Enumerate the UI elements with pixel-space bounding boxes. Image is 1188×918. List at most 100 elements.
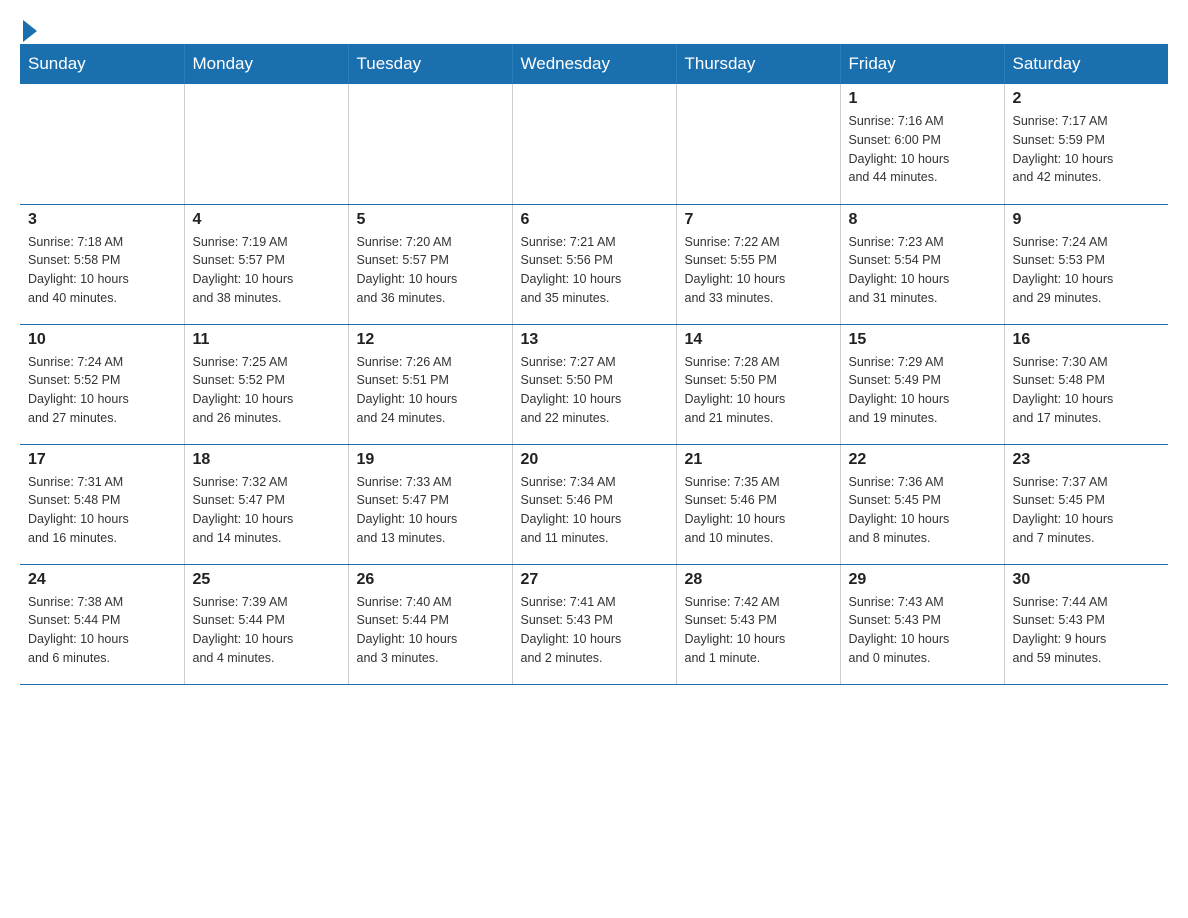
day-number: 17 [28, 451, 176, 469]
weekday-header-sunday: Sunday [20, 44, 184, 84]
weekday-header-tuesday: Tuesday [348, 44, 512, 84]
day-number: 14 [685, 331, 832, 349]
day-info: Sunrise: 7:44 AM Sunset: 5:43 PM Dayligh… [1013, 593, 1161, 668]
day-info: Sunrise: 7:31 AM Sunset: 5:48 PM Dayligh… [28, 473, 176, 548]
day-info: Sunrise: 7:34 AM Sunset: 5:46 PM Dayligh… [521, 473, 668, 548]
day-info: Sunrise: 7:25 AM Sunset: 5:52 PM Dayligh… [193, 353, 340, 428]
day-number: 2 [1013, 90, 1161, 108]
day-number: 11 [193, 331, 340, 349]
calendar-week-5: 24 Sunrise: 7:38 AM Sunset: 5:44 PM Dayli… [20, 564, 1168, 684]
calendar-table: SundayMondayTuesdayWednesdayThursdayFrid… [20, 44, 1168, 685]
day-info: Sunrise: 7:17 AM Sunset: 5:59 PM Dayligh… [1013, 112, 1161, 187]
day-number: 29 [849, 571, 996, 589]
day-number: 7 [685, 211, 832, 229]
calendar-cell: 9Sunrise: 7:24 AM Sunset: 5:53 PM Daylig… [1004, 204, 1168, 324]
calendar-week-2: 3 Sunrise: 7:18 AM Sunset: 5:58 PM Daylig… [20, 204, 1168, 324]
calendar-cell: 6 Sunrise: 7:21 AM Sunset: 5:56 PM Daylig… [512, 204, 676, 324]
day-number: 21 [685, 451, 832, 469]
day-number: 8 [849, 211, 996, 229]
calendar-cell: 29 Sunrise: 7:43 AM Sunset: 5:43 PM Dayli… [840, 564, 1004, 684]
day-number: 5 [357, 211, 504, 229]
logo [20, 20, 50, 34]
calendar-cell: 4 Sunrise: 7:19 AM Sunset: 5:57 PM Daylig… [184, 204, 348, 324]
day-number: 22 [849, 451, 996, 469]
calendar-cell [184, 84, 348, 204]
weekday-header-saturday: Saturday [1004, 44, 1168, 84]
day-number: 4 [193, 211, 340, 229]
day-info: Sunrise: 7:16 AM Sunset: 6:00 PM Dayligh… [849, 112, 996, 187]
calendar-cell: 22 Sunrise: 7:36 AM Sunset: 5:45 PM Dayli… [840, 444, 1004, 564]
weekday-header-friday: Friday [840, 44, 1004, 84]
day-number: 23 [1013, 451, 1161, 469]
calendar-cell: 14 Sunrise: 7:28 AM Sunset: 5:50 PM Dayli… [676, 324, 840, 444]
day-info: Sunrise: 7:22 AM Sunset: 5:55 PM Dayligh… [685, 233, 832, 308]
calendar-cell: 11 Sunrise: 7:25 AM Sunset: 5:52 PM Dayli… [184, 324, 348, 444]
day-number: 9 [1013, 211, 1161, 229]
weekday-header-monday: Monday [184, 44, 348, 84]
calendar-cell: 16 Sunrise: 7:30 AM Sunset: 5:48 PM Dayli… [1004, 324, 1168, 444]
day-info: Sunrise: 7:23 AM Sunset: 5:54 PM Dayligh… [849, 233, 996, 308]
day-number: 28 [685, 571, 832, 589]
day-info: Sunrise: 7:21 AM Sunset: 5:56 PM Dayligh… [521, 233, 668, 308]
day-info: Sunrise: 7:28 AM Sunset: 5:50 PM Dayligh… [685, 353, 832, 428]
day-number: 10 [28, 331, 176, 349]
day-number: 19 [357, 451, 504, 469]
day-number: 26 [357, 571, 504, 589]
day-info: Sunrise: 7:18 AM Sunset: 5:58 PM Dayligh… [28, 233, 176, 308]
day-info: Sunrise: 7:35 AM Sunset: 5:46 PM Dayligh… [685, 473, 832, 548]
calendar-cell: 20 Sunrise: 7:34 AM Sunset: 5:46 PM Dayli… [512, 444, 676, 564]
calendar-cell: 26 Sunrise: 7:40 AM Sunset: 5:44 PM Dayli… [348, 564, 512, 684]
day-info: Sunrise: 7:42 AM Sunset: 5:43 PM Dayligh… [685, 593, 832, 668]
calendar-cell [676, 84, 840, 204]
day-number: 20 [521, 451, 668, 469]
page-header [20, 20, 1168, 34]
calendar-cell: 15Sunrise: 7:29 AM Sunset: 5:49 PM Dayli… [840, 324, 1004, 444]
calendar-cell: 10Sunrise: 7:24 AM Sunset: 5:52 PM Dayli… [20, 324, 184, 444]
calendar-cell: 19 Sunrise: 7:33 AM Sunset: 5:47 PM Dayli… [348, 444, 512, 564]
calendar-cell: 12 Sunrise: 7:26 AM Sunset: 5:51 PM Dayli… [348, 324, 512, 444]
weekday-header-wednesday: Wednesday [512, 44, 676, 84]
calendar-cell [20, 84, 184, 204]
day-number: 15 [849, 331, 996, 349]
calendar-cell: 7 Sunrise: 7:22 AM Sunset: 5:55 PM Daylig… [676, 204, 840, 324]
day-info: Sunrise: 7:19 AM Sunset: 5:57 PM Dayligh… [193, 233, 340, 308]
day-info: Sunrise: 7:37 AM Sunset: 5:45 PM Dayligh… [1013, 473, 1161, 548]
calendar-cell: 13 Sunrise: 7:27 AM Sunset: 5:50 PM Dayli… [512, 324, 676, 444]
calendar-cell: 8 Sunrise: 7:23 AM Sunset: 5:54 PM Daylig… [840, 204, 1004, 324]
calendar-cell: 27 Sunrise: 7:41 AM Sunset: 5:43 PM Dayli… [512, 564, 676, 684]
day-number: 27 [521, 571, 668, 589]
calendar-cell [512, 84, 676, 204]
day-info: Sunrise: 7:38 AM Sunset: 5:44 PM Dayligh… [28, 593, 176, 668]
calendar-cell: 21 Sunrise: 7:35 AM Sunset: 5:46 PM Dayli… [676, 444, 840, 564]
day-info: Sunrise: 7:40 AM Sunset: 5:44 PM Dayligh… [357, 593, 504, 668]
calendar-cell: 2 Sunrise: 7:17 AM Sunset: 5:59 PM Daylig… [1004, 84, 1168, 204]
day-number: 18 [193, 451, 340, 469]
calendar-week-3: 10Sunrise: 7:24 AM Sunset: 5:52 PM Dayli… [20, 324, 1168, 444]
day-info: Sunrise: 7:32 AM Sunset: 5:47 PM Dayligh… [193, 473, 340, 548]
weekday-header-thursday: Thursday [676, 44, 840, 84]
calendar-cell: 5Sunrise: 7:20 AM Sunset: 5:57 PM Daylig… [348, 204, 512, 324]
day-number: 13 [521, 331, 668, 349]
calendar-cell: 24 Sunrise: 7:38 AM Sunset: 5:44 PM Dayli… [20, 564, 184, 684]
day-number: 24 [28, 571, 176, 589]
day-info: Sunrise: 7:41 AM Sunset: 5:43 PM Dayligh… [521, 593, 668, 668]
calendar-cell: 25Sunrise: 7:39 AM Sunset: 5:44 PM Dayli… [184, 564, 348, 684]
calendar-cell: 17 Sunrise: 7:31 AM Sunset: 5:48 PM Dayli… [20, 444, 184, 564]
day-info: Sunrise: 7:33 AM Sunset: 5:47 PM Dayligh… [357, 473, 504, 548]
calendar-cell: 23 Sunrise: 7:37 AM Sunset: 5:45 PM Dayli… [1004, 444, 1168, 564]
day-info: Sunrise: 7:30 AM Sunset: 5:48 PM Dayligh… [1013, 353, 1161, 428]
calendar-cell: 30 Sunrise: 7:44 AM Sunset: 5:43 PM Dayli… [1004, 564, 1168, 684]
day-number: 30 [1013, 571, 1161, 589]
day-number: 12 [357, 331, 504, 349]
calendar-cell: 1Sunrise: 7:16 AM Sunset: 6:00 PM Daylig… [840, 84, 1004, 204]
day-info: Sunrise: 7:27 AM Sunset: 5:50 PM Dayligh… [521, 353, 668, 428]
day-info: Sunrise: 7:39 AM Sunset: 5:44 PM Dayligh… [193, 593, 340, 668]
calendar-week-1: 1Sunrise: 7:16 AM Sunset: 6:00 PM Daylig… [20, 84, 1168, 204]
day-info: Sunrise: 7:26 AM Sunset: 5:51 PM Dayligh… [357, 353, 504, 428]
day-number: 16 [1013, 331, 1161, 349]
day-number: 3 [28, 211, 176, 229]
calendar-cell [348, 84, 512, 204]
day-info: Sunrise: 7:43 AM Sunset: 5:43 PM Dayligh… [849, 593, 996, 668]
day-info: Sunrise: 7:36 AM Sunset: 5:45 PM Dayligh… [849, 473, 996, 548]
day-number: 6 [521, 211, 668, 229]
